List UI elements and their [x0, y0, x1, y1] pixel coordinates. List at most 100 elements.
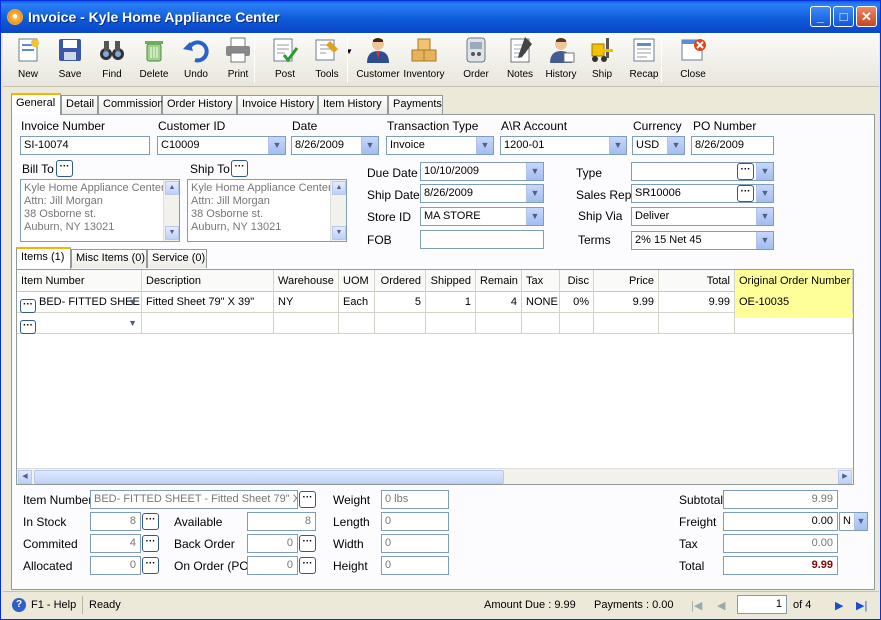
tab-item-history[interactable]: Item History: [318, 95, 388, 114]
ordered-cell[interactable]: [375, 313, 426, 334]
ship-date-picker[interactable]: 8/26/2009 ▼: [420, 184, 544, 203]
column-header-remain[interactable]: Remain: [476, 270, 522, 292]
page-number-input[interactable]: 1: [737, 595, 787, 614]
column-header-ordered[interactable]: Ordered: [375, 270, 426, 292]
remain-cell[interactable]: [476, 313, 522, 334]
column-header-price[interactable]: Price: [594, 270, 659, 292]
bill-to-lookup-button[interactable]: ···: [56, 160, 73, 177]
ar-account-combo[interactable]: 1200-01 ▼: [500, 136, 627, 155]
chevron-down-icon[interactable]: ▼: [609, 137, 626, 154]
ship-to-address[interactable]: ▲ ▼ Kyle Home Appliance Center Attn: Jill M…: [187, 179, 347, 242]
original-order-number-cell[interactable]: OE-10035: [735, 292, 853, 313]
vertical-scrollbar[interactable]: ▲ ▼: [330, 180, 346, 241]
allocated-lookup-button[interactable]: ···: [142, 557, 159, 574]
currency-combo[interactable]: USD ▼: [632, 136, 685, 155]
column-header-total[interactable]: Total: [659, 270, 735, 292]
chevron-down-icon[interactable]: ▼: [476, 137, 493, 154]
chevron-down-icon[interactable]: ▼: [756, 232, 773, 249]
column-header-shipped[interactable]: Shipped: [426, 270, 476, 292]
column-header-tax[interactable]: Tax: [522, 270, 560, 292]
save-button[interactable]: Save: [48, 35, 92, 85]
close-window-button[interactable]: ✕: [856, 6, 877, 27]
terms-combo[interactable]: 2% 15 Net 45 ▼: [631, 231, 774, 250]
column-header-uom[interactable]: UOM: [339, 270, 375, 292]
uom-cell[interactable]: Each: [339, 292, 375, 313]
recap-button[interactable]: Recap: [622, 35, 666, 85]
close-button[interactable]: Close: [671, 35, 715, 85]
back-order-lookup-button[interactable]: ···: [299, 535, 316, 552]
item-lookup-button[interactable]: ···: [20, 299, 36, 313]
first-page-icon[interactable]: |◀: [691, 599, 702, 612]
chevron-down-icon[interactable]: ▼: [526, 208, 543, 225]
tab-commission[interactable]: Commission: [98, 95, 164, 114]
due-date-picker[interactable]: 10/10/2009 ▼: [420, 162, 544, 181]
chevron-down-icon[interactable]: ▼: [526, 185, 543, 202]
item-number-lookup-button[interactable]: ···: [299, 491, 316, 508]
ship-to-lookup-button[interactable]: ···: [231, 160, 248, 177]
shipped-cell[interactable]: [426, 313, 476, 334]
bill-to-address[interactable]: ▲ ▼ Kyle Home Appliance Center Attn: Jill M…: [20, 179, 180, 242]
chevron-down-icon[interactable]: ▼: [854, 513, 867, 530]
next-page-icon[interactable]: ▶: [835, 599, 843, 612]
scroll-right-icon[interactable]: ▶: [838, 470, 852, 484]
maximize-button[interactable]: □: [833, 6, 854, 27]
scroll-up-icon[interactable]: ▲: [165, 181, 179, 195]
last-page-icon[interactable]: ▶|: [856, 599, 867, 612]
minimize-button[interactable]: _: [810, 6, 831, 27]
ship-via-combo[interactable]: Deliver ▼: [631, 207, 774, 226]
type-lookup-button[interactable]: ···: [737, 163, 754, 180]
disc-cell[interactable]: [560, 313, 594, 334]
tax-cell[interactable]: [522, 313, 560, 334]
tools-button[interactable]: Tools ▼: [305, 35, 353, 85]
scroll-down-icon[interactable]: ▼: [332, 226, 346, 240]
undo-button[interactable]: Undo: [174, 35, 218, 85]
new-button[interactable]: New: [6, 35, 50, 85]
warehouse-cell[interactable]: NY: [274, 292, 339, 313]
description-cell[interactable]: [142, 313, 274, 334]
scroll-down-icon[interactable]: ▼: [165, 226, 179, 240]
sales-rep-lookup-button[interactable]: ···: [737, 185, 754, 202]
subtab-misc-items[interactable]: Misc Items (0): [71, 249, 147, 268]
type-combo[interactable]: ··· ▼: [631, 162, 774, 181]
prev-page-icon[interactable]: ◀: [717, 599, 725, 612]
customer-button[interactable]: Customer: [356, 35, 400, 85]
chevron-down-icon[interactable]: ▼: [756, 163, 773, 180]
uom-cell[interactable]: [339, 313, 375, 334]
price-cell[interactable]: 9.99: [594, 292, 659, 313]
store-id-combo[interactable]: MA STORE ▼: [420, 207, 544, 226]
invoice-number-field[interactable]: SI-10074: [20, 136, 150, 155]
chevron-down-icon[interactable]: ▼: [756, 185, 773, 202]
horizontal-scrollbar[interactable]: ◀ ▶: [17, 468, 853, 484]
on-order-lookup-button[interactable]: ···: [299, 557, 316, 574]
subtab-items[interactable]: Items (1): [16, 247, 71, 269]
chevron-down-icon[interactable]: ▼: [128, 292, 137, 313]
column-header-item-number[interactable]: Item Number: [17, 270, 142, 292]
transaction-type-combo[interactable]: Invoice ▼: [386, 136, 494, 155]
column-header-original-order-number[interactable]: Original Order Number: [735, 270, 853, 292]
subtab-service[interactable]: Service (0): [147, 249, 207, 268]
column-header-warehouse[interactable]: Warehouse: [274, 270, 339, 292]
order-button[interactable]: Order: [454, 35, 498, 85]
tab-payments[interactable]: Payments: [388, 95, 443, 114]
delete-button[interactable]: Delete: [132, 35, 176, 85]
in-stock-lookup-button[interactable]: ···: [142, 513, 159, 530]
column-header-description[interactable]: Description: [142, 270, 274, 292]
item-number-cell[interactable]: ··· BED- FITTED SHEE ▼: [17, 292, 142, 313]
post-button[interactable]: Post: [263, 35, 307, 85]
fob-field[interactable]: [420, 230, 544, 249]
total-cell[interactable]: 9.99: [659, 292, 735, 313]
item-number-cell[interactable]: ··· ▼: [17, 313, 142, 334]
sales-rep-combo[interactable]: SR10006 ··· ▼: [631, 184, 774, 203]
table-row-new[interactable]: ··· ▼: [17, 313, 853, 334]
freight-code-combo[interactable]: N ▼: [839, 512, 868, 531]
chevron-down-icon[interactable]: ▼: [667, 137, 684, 154]
remain-cell[interactable]: 4: [476, 292, 522, 313]
description-cell[interactable]: Fitted Sheet 79" X 39": [142, 292, 274, 313]
table-row[interactable]: ··· BED- FITTED SHEE ▼ Fitted Sheet 79" X 3…: [17, 292, 853, 313]
scroll-thumb[interactable]: [34, 470, 504, 484]
customer-id-combo[interactable]: C10009 ▼: [157, 136, 286, 155]
help-icon[interactable]: ?: [12, 598, 26, 612]
po-number-field[interactable]: 8/26/2009: [691, 136, 774, 155]
chevron-down-icon[interactable]: ▼: [128, 313, 137, 334]
tab-detail[interactable]: Detail: [61, 95, 98, 114]
